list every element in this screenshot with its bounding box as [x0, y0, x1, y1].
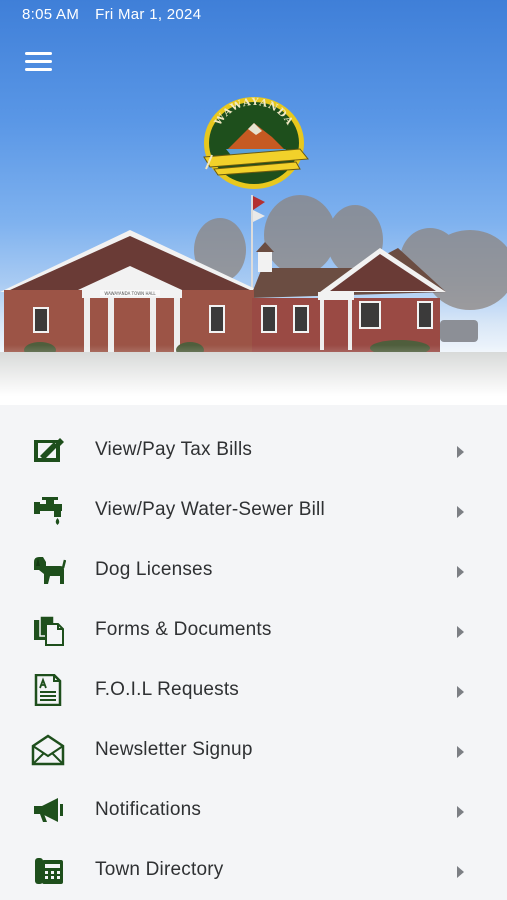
foil-request-icon	[34, 674, 62, 706]
status-time: 8:05 AM	[22, 6, 80, 23]
hero-banner: 8:05 AM Fri Mar 1, 2024 WAWAYANDA WAWAYA…	[0, 0, 507, 405]
menu-list: View/Pay Tax Bills View/Pay Water-Sewer …	[0, 420, 507, 900]
menu-item-label: Town Directory	[95, 859, 224, 880]
envelope-icon	[31, 734, 65, 766]
menu-item-label: Newsletter Signup	[95, 739, 253, 760]
hero-fade	[0, 345, 507, 405]
chevron-right-icon	[457, 566, 464, 578]
menu-item-label: Forms & Documents	[95, 619, 272, 640]
menu-item-label: F.O.I.L Requests	[95, 679, 240, 700]
megaphone-icon	[34, 798, 63, 822]
menu-item-notifications[interactable]: Notifications	[0, 780, 507, 840]
menu-item-tax-bills[interactable]: View/Pay Tax Bills	[0, 420, 507, 480]
chevron-right-icon	[457, 626, 464, 638]
menu-item-water-sewer-bill[interactable]: View/Pay Water-Sewer Bill	[0, 480, 507, 540]
documents-icon	[34, 615, 64, 646]
hamburger-menu-icon[interactable]	[25, 52, 55, 74]
chevron-right-icon	[457, 806, 464, 818]
menu-item-dog-licenses[interactable]: Dog Licenses	[0, 540, 507, 600]
menu-item-foil-requests[interactable]: F.O.I.L Requests	[0, 660, 507, 720]
menu-item-label: View/Pay Water-Sewer Bill	[95, 499, 325, 520]
menu-item-label: View/Pay Tax Bills	[95, 439, 253, 460]
town-hall-sign: WAWAYANDA TOWN HALL	[104, 291, 156, 296]
chevron-right-icon	[457, 746, 464, 758]
chevron-right-icon	[457, 686, 464, 698]
menu-item-town-directory[interactable]: Town Directory	[0, 840, 507, 900]
chevron-right-icon	[457, 446, 464, 458]
status-bar: 8:05 AM Fri Mar 1, 2024	[22, 6, 217, 23]
menu-item-label: Notifications	[95, 799, 202, 820]
status-date: Fri Mar 1, 2024	[95, 6, 202, 23]
dog-icon	[34, 557, 66, 584]
chevron-right-icon	[457, 866, 464, 878]
town-logo: WAWAYANDA	[203, 97, 309, 189]
menu-item-forms-documents[interactable]: Forms & Documents	[0, 600, 507, 660]
faucet-icon	[34, 497, 62, 525]
phone-directory-icon	[35, 858, 63, 884]
menu-item-label: Dog Licenses	[95, 559, 213, 580]
chevron-right-icon	[457, 506, 464, 518]
menu-item-newsletter-signup[interactable]: Newsletter Signup	[0, 720, 507, 780]
tax-bill-icon	[34, 438, 64, 462]
